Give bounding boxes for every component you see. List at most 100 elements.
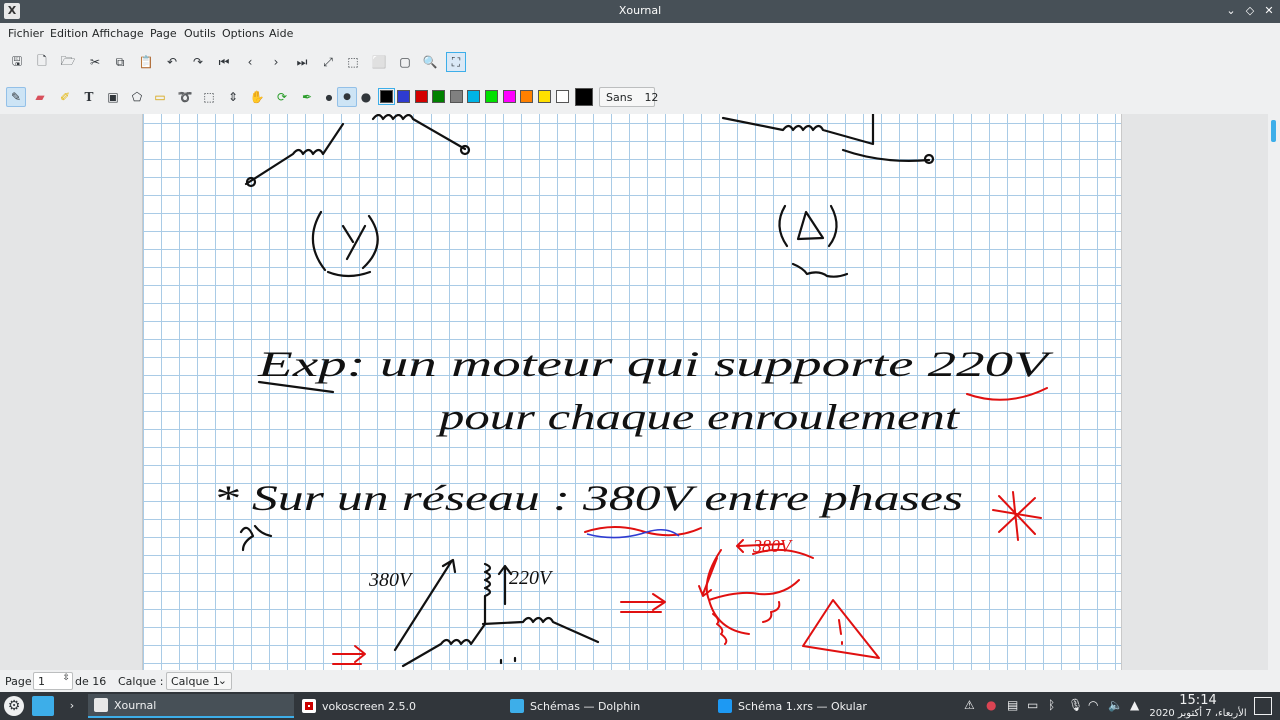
new-document-icon[interactable]: 🗋 — [32, 52, 52, 72]
redo-icon[interactable]: ↷ — [188, 52, 208, 72]
schematic-dots — [499, 656, 517, 665]
color-swatch-yellow[interactable] — [538, 90, 551, 103]
schematic-coil-horizontal — [481, 616, 600, 644]
color-swatch-black[interactable] — [378, 88, 395, 105]
menu-edition[interactable]: Edition — [50, 27, 88, 40]
fullscreen-icon[interactable]: ⛶ — [446, 52, 466, 72]
medium-width-icon[interactable]: ● — [337, 87, 357, 107]
file-manager-icon[interactable] — [32, 696, 54, 716]
previous-page-icon[interactable]: ‹ — [240, 52, 260, 72]
default-tool-icon[interactable]: ⟳ — [272, 87, 292, 107]
layer-select[interactable]: Calque 1 ⌄ — [166, 672, 232, 690]
task-vokoscreen[interactable]: vokoscreen 2.5.0 — [296, 694, 502, 718]
layer-label: Calque : — [118, 675, 164, 688]
current-color-button[interactable] — [575, 88, 593, 106]
page-total: de 16 — [75, 675, 107, 688]
color-swatch-blue[interactable] — [397, 90, 410, 103]
microphone-icon[interactable]: 🎙 — [1068, 698, 1083, 712]
y-letter — [341, 224, 367, 261]
shape-recognizer-icon[interactable]: ⬠ — [127, 87, 147, 107]
undo-icon[interactable]: ↶ — [162, 52, 182, 72]
show-desktop-icon[interactable] — [1254, 697, 1272, 715]
chevron-down-icon: ⌄ — [217, 674, 227, 687]
thin-width-icon[interactable]: ● — [319, 87, 339, 107]
clock-time: 15:14 — [1179, 693, 1217, 708]
color-swatch-lightblue[interactable] — [467, 90, 480, 103]
default-pen-icon[interactable]: ✒ — [297, 87, 317, 107]
image-tool-icon[interactable]: ▣ — [103, 87, 123, 107]
color-swatch-red[interactable] — [415, 90, 428, 103]
menu-affichage[interactable]: Affichage — [92, 27, 144, 40]
task-okular[interactable]: Schéma 1.xrs — Okular — [712, 694, 918, 718]
zoom-width-icon[interactable]: ⬜ — [369, 52, 389, 72]
rect-select-icon[interactable]: ⬚ — [199, 87, 219, 107]
terminal-icon[interactable]: › — [64, 696, 80, 716]
color-swatch-lightgreen[interactable] — [485, 90, 498, 103]
vokoscreen-task-icon — [302, 699, 316, 713]
updates-icon[interactable]: ⚠ — [964, 698, 975, 712]
close-icon[interactable]: ✕ — [1261, 3, 1277, 19]
label-220v: 220V — [509, 567, 554, 589]
star-mark — [239, 524, 273, 552]
scrollbar-thumb[interactable] — [1271, 120, 1276, 142]
expand-tray-icon[interactable]: ▲ — [1130, 698, 1139, 712]
ruler-icon[interactable]: ▭ — [150, 87, 170, 107]
note-line2: pour chaque enroulement — [435, 397, 961, 437]
color-swatch-orange[interactable] — [520, 90, 533, 103]
menu-bar: Fichier Edition Affichage Page Outils Op… — [0, 23, 1280, 45]
page-number-spinner[interactable]: 1 ⇳ — [33, 672, 73, 690]
record-icon[interactable]: ● — [986, 698, 996, 712]
canvas-area[interactable]: Exp: un moteur qui supporte 220V pour ch… — [0, 114, 1268, 670]
application-launcher-icon[interactable]: ⚙ — [4, 696, 24, 716]
save-icon[interactable]: 🖫 — [7, 52, 27, 72]
menu-options[interactable]: Options — [222, 27, 264, 40]
clipboard-icon[interactable]: ▤ — [1007, 698, 1018, 712]
spinner-arrows-icon[interactable]: ⇳ — [62, 673, 70, 683]
menu-aide[interactable]: Aide — [269, 27, 293, 40]
zoom-page-icon[interactable]: ▢ — [395, 52, 415, 72]
y-paren-right — [361, 214, 379, 270]
bluetooth-icon[interactable]: ᛒ — [1048, 698, 1055, 712]
minimize-icon[interactable]: ⌄ — [1223, 3, 1239, 19]
menu-outils[interactable]: Outils — [184, 27, 216, 40]
task-xournal[interactable]: Xournal — [88, 694, 294, 718]
pen-tool-icon[interactable]: ✎ — [6, 87, 26, 107]
zoom-fit-icon[interactable]: ⤢ — [318, 52, 338, 72]
notebook-page[interactable]: Exp: un moteur qui supporte 220V pour ch… — [142, 114, 1122, 670]
task-dolphin[interactable]: Schémas — Dolphin — [504, 694, 710, 718]
last-page-icon[interactable]: ⏭ — [292, 52, 312, 72]
open-folder-icon[interactable]: 🗁 — [58, 52, 78, 72]
paste-icon[interactable]: 📋 — [136, 52, 156, 72]
volume-icon[interactable]: 🔈 — [1108, 698, 1123, 712]
layer-value: Calque 1 — [171, 675, 220, 688]
menu-fichier[interactable]: Fichier — [8, 27, 44, 40]
first-page-icon[interactable]: ⏮ — [214, 52, 234, 72]
menu-page[interactable]: Page — [150, 27, 177, 40]
highlighter-icon[interactable]: ✐ — [55, 87, 75, 107]
color-swatch-magenta[interactable] — [503, 90, 516, 103]
red-star — [992, 491, 1042, 541]
keep-above-icon[interactable]: ◇ — [1242, 3, 1258, 19]
color-swatch-green[interactable] — [432, 90, 445, 103]
color-swatch-white[interactable] — [556, 90, 569, 103]
clock[interactable]: 15:14 الأربعاء، 7 أكتوبر 2020 — [1148, 693, 1248, 719]
zoom-selection-icon[interactable]: ⬚ — [343, 52, 363, 72]
lasso-select-icon[interactable]: ➰ — [175, 87, 195, 107]
hand-tool-icon[interactable]: ✋ — [247, 87, 267, 107]
eraser-icon[interactable]: ▰ — [30, 87, 50, 107]
cut-icon[interactable]: ✂ — [85, 52, 105, 72]
next-page-icon[interactable]: › — [266, 52, 286, 72]
font-selector-button[interactable]: Sans 12 — [599, 87, 659, 107]
zoom-search-icon[interactable]: 🔍 — [420, 52, 440, 72]
font-size: 12 — [644, 90, 659, 104]
text-tool-icon[interactable]: T — [79, 87, 99, 107]
copy-icon[interactable]: ⧉ — [110, 52, 130, 72]
note-line3: * Sur un réseau : 380V entre phases — [213, 478, 963, 518]
color-swatch-gray[interactable] — [450, 90, 463, 103]
label-380v-right: 380V — [752, 536, 793, 556]
wifi-icon[interactable]: ◠ — [1088, 698, 1098, 712]
vertical-scrollbar[interactable] — [1268, 114, 1280, 670]
vertical-space-icon[interactable]: ⇕ — [223, 87, 243, 107]
battery-icon[interactable]: ▭ — [1027, 698, 1038, 712]
thick-width-icon[interactable]: ● — [356, 87, 376, 107]
